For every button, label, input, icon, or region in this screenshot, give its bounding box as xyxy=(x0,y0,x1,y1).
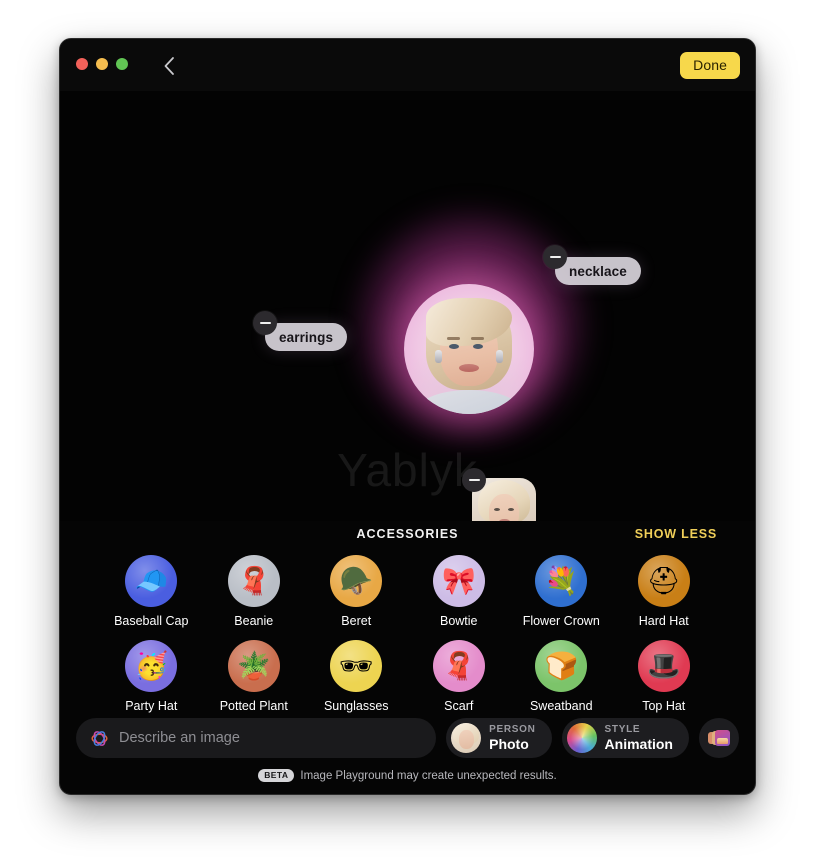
tag-label: earrings xyxy=(279,329,334,345)
portrait-eye-right xyxy=(473,344,483,349)
style-value: Animation xyxy=(604,736,673,752)
describe-input[interactable]: Describe an image xyxy=(76,718,437,758)
baseball-cap-icon[interactable]: 🧢 xyxy=(125,555,178,607)
tag-chip-earrings[interactable]: earrings xyxy=(253,311,348,351)
tag-label: necklace xyxy=(569,263,627,279)
thumb-face xyxy=(489,494,519,521)
zoom-button[interactable] xyxy=(116,58,128,70)
done-button[interactable]: Done xyxy=(680,52,740,79)
preview-canvas[interactable]: Yablyk earrings necklace xyxy=(60,91,755,521)
generated-portrait[interactable] xyxy=(404,284,534,414)
accessory-label: Sunglasses xyxy=(323,699,389,713)
accessory-label: Potted Plant xyxy=(219,699,288,713)
accessory-item[interactable]: 🍞 Sweatband xyxy=(510,640,613,713)
accessories-panel: ACCESSORIES SHOW LESS 🧢 Baseball Cap 🧣 Bean… xyxy=(60,521,755,713)
remove-tag-icon[interactable] xyxy=(253,311,277,335)
accessory-item[interactable]: 🧢 Baseball Cap xyxy=(100,555,203,628)
person-value: Photo xyxy=(489,736,529,752)
tag-chip-necklace[interactable]: necklace xyxy=(543,245,641,285)
remove-tag-icon[interactable] xyxy=(543,245,567,269)
portrait-earring-right xyxy=(496,350,503,363)
traffic-lights xyxy=(76,58,128,70)
accessory-grid: 🧢 Baseball Cap 🧣 Beanie 🪖 Beret 🎀 Bowtie 💐 Flower… xyxy=(76,555,739,713)
photo-library-icon xyxy=(708,729,730,747)
portrait-brow-left xyxy=(447,337,460,340)
accessory-item[interactable]: 🧣 Scarf xyxy=(408,640,511,713)
scarf-icon[interactable]: 🧣 xyxy=(432,640,485,692)
thumb-eye-left xyxy=(494,508,500,511)
beanie-icon[interactable]: 🧣 xyxy=(227,555,280,607)
accessory-item[interactable]: 🎩 Top Hat xyxy=(613,640,716,713)
titlebar: Done xyxy=(60,39,755,91)
accessory-item[interactable]: 🥳 Party Hat xyxy=(100,640,203,713)
apple-intelligence-icon xyxy=(91,730,108,746)
person-selector[interactable]: PERSON Photo xyxy=(446,718,552,758)
party-hat-icon[interactable]: 🥳 xyxy=(125,640,178,692)
accessory-item[interactable]: 🪖 Beret xyxy=(305,555,408,628)
beta-badge: BETA xyxy=(258,769,295,782)
person-kicker: PERSON xyxy=(489,724,536,735)
show-less-button[interactable]: SHOW LESS xyxy=(635,521,717,547)
sunglasses-icon[interactable]: 🕶 xyxy=(330,640,383,692)
accessory-label: Scarf xyxy=(444,699,474,713)
footer-note: BETA Image Playground may create unexpec… xyxy=(60,769,755,782)
accessory-label: Beret xyxy=(341,614,372,628)
accessory-item[interactable]: ⛑ Hard Hat xyxy=(613,555,716,628)
accessory-label: Sweatband xyxy=(529,699,593,713)
portrait-eye-left xyxy=(449,344,459,349)
accessory-label: Baseball Cap xyxy=(114,614,189,628)
accessory-item[interactable]: 🎀 Bowtie xyxy=(408,555,511,628)
portrait-brow-right xyxy=(471,337,484,340)
beret-icon[interactable]: 🪖 xyxy=(330,555,383,607)
accessory-label: Party Hat xyxy=(125,699,178,713)
accessory-item[interactable]: 🧣 Beanie xyxy=(203,555,306,628)
photo-library-button[interactable] xyxy=(699,718,739,758)
close-button[interactable] xyxy=(76,58,88,70)
accessories-header: ACCESSORIES SHOW LESS xyxy=(76,521,739,547)
accessory-item[interactable]: 💐 Flower Crown xyxy=(510,555,613,628)
accessory-label: Flower Crown xyxy=(522,614,600,628)
accessories-title: ACCESSORIES xyxy=(356,527,459,541)
minimize-button[interactable] xyxy=(96,58,108,70)
portrait-shoulders xyxy=(418,390,520,414)
accessory-item[interactable]: 🪴 Potted Plant xyxy=(203,640,306,713)
style-swatch-icon xyxy=(566,723,597,753)
accessory-label: Beanie xyxy=(234,614,274,628)
portrait-earring-left xyxy=(435,350,442,363)
potted-plant-icon[interactable]: 🪴 xyxy=(227,640,280,692)
image-playground-window: Done Yablyk earrings necklace ACCESSORIE… xyxy=(59,38,756,795)
hard-hat-icon[interactable]: ⛑ xyxy=(637,555,690,607)
accessory-label: Hard Hat xyxy=(638,614,689,628)
style-kicker: STYLE xyxy=(604,724,641,735)
accessory-label: Bowtie xyxy=(439,614,478,628)
bottom-bar: Describe an image PERSON Photo STYLE Ani… xyxy=(60,718,755,758)
bowtie-icon[interactable]: 🎀 xyxy=(432,555,485,607)
accessory-item[interactable]: 🕶 Sunglasses xyxy=(305,640,408,713)
flower-crown-icon[interactable]: 💐 xyxy=(535,555,588,607)
remove-source-photo-icon[interactable] xyxy=(462,468,486,492)
person-avatar xyxy=(451,723,482,753)
accessory-label: Top Hat xyxy=(642,699,686,713)
thumb-eye-right xyxy=(508,508,514,511)
footer-text: Image Playground may create unexpected r… xyxy=(300,769,557,782)
watermark: Yablyk xyxy=(337,444,478,496)
portrait-mouth xyxy=(459,364,479,372)
style-selector[interactable]: STYLE Animation xyxy=(561,718,689,758)
sweatband-icon[interactable]: 🍞 xyxy=(535,640,588,692)
top-hat-icon[interactable]: 🎩 xyxy=(637,640,690,692)
back-chevron-icon[interactable] xyxy=(156,53,182,79)
describe-placeholder: Describe an image xyxy=(119,730,240,746)
